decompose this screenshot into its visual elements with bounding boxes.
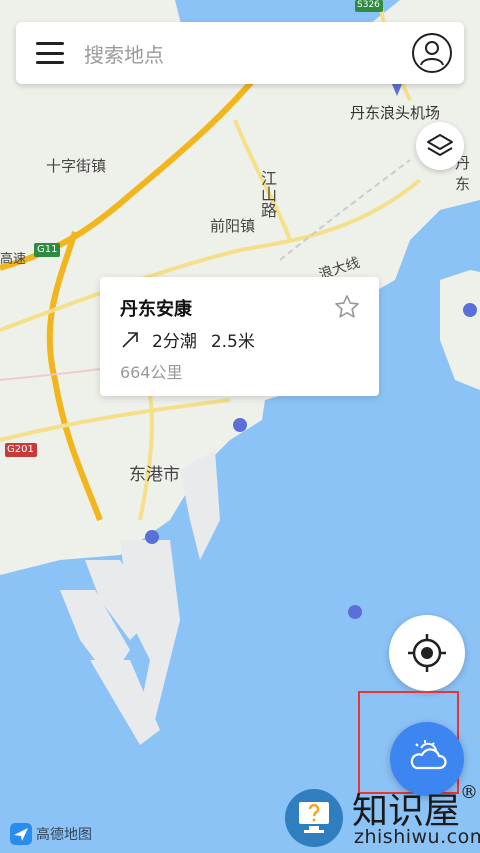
- watermark-reg: ®: [460, 782, 479, 803]
- user-icon: [420, 41, 444, 66]
- watermark-url: zhishiwu.com: [354, 826, 480, 848]
- badge-g201: G201: [7, 444, 34, 455]
- arrow-up-right-icon: [122, 331, 138, 348]
- tide-type: 2分潮: [152, 332, 197, 352]
- map-label-donggang-city: 东港市: [129, 465, 180, 485]
- star-icon[interactable]: [333, 293, 361, 321]
- layers-icon: [427, 134, 453, 156]
- amap-logo-icon: [10, 823, 32, 845]
- tide-level: 2.5米: [210, 332, 255, 352]
- map-label-highway-west: 高速: [0, 252, 27, 267]
- watermark-help-icon: [285, 789, 343, 847]
- tide-station-name: 丹东安康: [120, 299, 192, 320]
- user-button[interactable]: [412, 33, 452, 73]
- amap-logo: 高德地图: [10, 823, 92, 845]
- menu-icon[interactable]: [36, 42, 64, 64]
- layers-button[interactable]: [416, 122, 464, 170]
- locate-button[interactable]: [389, 615, 465, 691]
- map-label-airport: 丹东浪头机场: [350, 104, 441, 122]
- map-label-qianyang-town: 前阳镇: [210, 217, 256, 235]
- search-input[interactable]: 搜索地点: [84, 39, 412, 68]
- locate-icon: [408, 634, 446, 672]
- map-label-jiangshan-road: 江山路: [258, 170, 277, 218]
- tide-info-row: 2分潮 2.5米: [120, 327, 255, 352]
- amap-logo-text: 高德地图: [36, 827, 92, 843]
- badge-g11: G11: [37, 244, 58, 255]
- tide-card[interactable]: 丹东安康 2分潮 2.5米 664公里: [100, 277, 379, 396]
- search-bar[interactable]: 搜索地点: [16, 22, 464, 84]
- badge-s326: S326: [357, 0, 380, 10]
- map-label-cross-town: 十字街镇: [46, 157, 107, 175]
- tide-distance: 664公里: [120, 363, 183, 382]
